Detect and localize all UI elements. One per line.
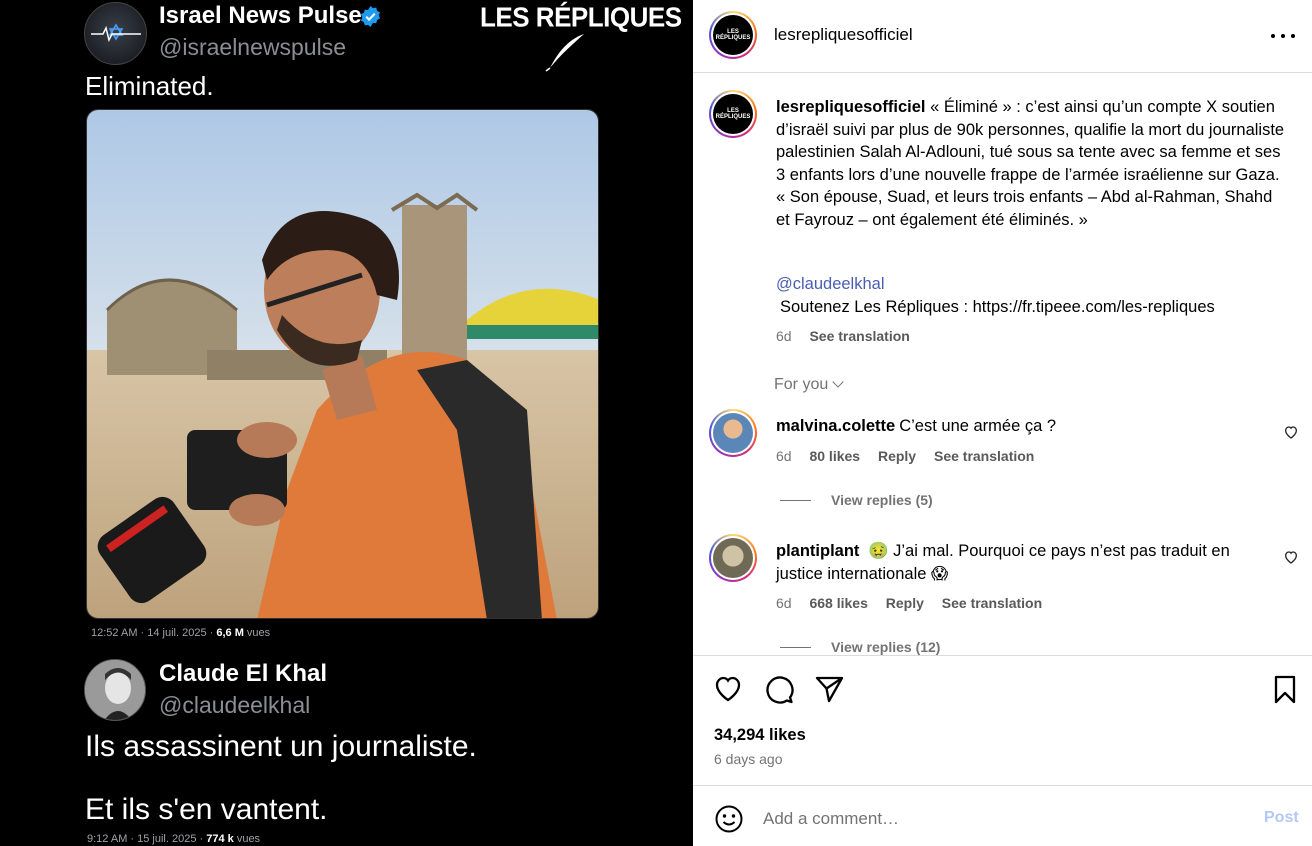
comment-likes-count[interactable]: 668 likes	[809, 595, 867, 611]
quill-icon	[545, 34, 584, 72]
profile-avatar[interactable]: LES RÉPLIQUES	[709, 11, 757, 59]
caption-see-translation-button[interactable]: See translation	[809, 328, 909, 344]
more-options-icon[interactable]	[1271, 26, 1295, 46]
verified-badge-icon	[361, 5, 380, 28]
view-replies-label: View replies (12)	[831, 639, 941, 655]
heart-icon[interactable]	[712, 673, 744, 705]
post-image[interactable]: Israel News Pulse @israelnewspulse LES R…	[0, 0, 693, 846]
tweet2-author-name: Claude El Khal	[159, 660, 328, 687]
journalist-photo-illustration	[87, 110, 598, 618]
caption-support-text: Soutenez Les Répliques : https://fr.tipe…	[780, 298, 1215, 316]
comment-input[interactable]	[763, 806, 1243, 832]
tweet1-timestamp: 12:52 AM · 14 juil. 2025 ·	[91, 627, 217, 639]
likes-count[interactable]: 34,294 likes	[714, 726, 806, 745]
post-time-ago: 6 days ago	[714, 751, 783, 767]
comment-text: plantiplant 🤢 J’ai mal. Pourquoi ce pays…	[776, 540, 1256, 585]
les-repliques-logo: LES RÉPLIQUES	[713, 94, 753, 134]
post-sidebar: LES RÉPLIQUES lesrepliquesofficiel LES R…	[693, 0, 1312, 846]
caption-body: « Éliminé » : c’est ainsi qu’un compte X…	[776, 98, 1285, 229]
comment-like-heart-icon[interactable]	[1283, 424, 1299, 440]
comment-like-heart-icon[interactable]	[1283, 549, 1299, 565]
comment-avatar[interactable]	[709, 534, 757, 582]
chevron-down-icon	[832, 376, 844, 388]
tweet1-views-label: vues	[243, 627, 271, 639]
comment-icon[interactable]	[763, 673, 795, 705]
tweet2-meta: 9:12 AM · 15 juil. 2025 · 774 k vues	[87, 833, 260, 845]
caption-meta: 6d See translation	[776, 328, 910, 344]
comment-age: 6d	[776, 595, 792, 611]
tweet1-text: Eliminated.	[85, 71, 214, 101]
comment-see-translation-button[interactable]: See translation	[942, 595, 1042, 611]
tweet2-author-handle: @claudeelkhal	[159, 692, 311, 718]
tweet1-meta: 12:52 AM · 14 juil. 2025 · 6,6 M vues	[91, 627, 270, 639]
pulse-logo-icon	[91, 23, 141, 43]
tweet2-views: 774 k	[206, 833, 234, 845]
tweet2-text-line2: Et ils s'en vantent.	[85, 793, 328, 826]
claude-el-khal-avatar	[84, 659, 146, 721]
caption-username[interactable]: lesrepliquesofficiel	[776, 98, 925, 116]
tweet2-text-line1: Ils assassinent un journaliste.	[85, 730, 477, 763]
post-actions-bar: 34,294 likes 6 days ago	[693, 655, 1312, 785]
comment-age: 6d	[776, 448, 792, 464]
brand-watermark: LES RÉPLIQUES	[480, 0, 682, 34]
comments-scroll-area[interactable]: LES RÉPLIQUES lesrepliquesofficiel « Éli…	[693, 74, 1312, 655]
comment-meta: 6d 80 likes Reply See translation	[776, 448, 1048, 464]
israel-news-pulse-avatar	[84, 2, 147, 65]
add-comment-bar: Post	[693, 785, 1312, 846]
comment-sort-label: For you	[774, 376, 829, 393]
comment-reply-button[interactable]: Reply	[886, 595, 924, 611]
caption-age: 6d	[776, 328, 792, 344]
comment-avatar[interactable]	[709, 409, 757, 457]
post-comment-button[interactable]: Post	[1264, 809, 1299, 827]
share-icon[interactable]	[813, 673, 845, 705]
portrait-icon	[85, 660, 145, 720]
view-replies-button[interactable]: View replies (12)	[780, 639, 940, 655]
tweet1-author-handle: @israelnewspulse	[159, 34, 346, 60]
les-repliques-logo: LES RÉPLIQUES	[713, 15, 753, 55]
comment-username[interactable]: plantiplant	[776, 542, 859, 560]
divider-line	[780, 646, 811, 648]
caption-text: lesrepliquesofficiel « Éliminé » : c’est…	[776, 96, 1286, 231]
tweet1-views: 6,6 M	[216, 627, 244, 639]
tweet2-views-label: vues	[233, 833, 261, 845]
view-replies-label: View replies (5)	[831, 492, 933, 508]
comment-likes-count[interactable]: 80 likes	[809, 448, 860, 464]
comment-see-translation-button[interactable]: See translation	[934, 448, 1034, 464]
view-replies-button[interactable]: View replies (5)	[780, 492, 933, 508]
comment-text: malvina.colette C’est une armée ça ?	[776, 415, 1256, 438]
tweet2-timestamp: 9:12 AM · 15 juil. 2025 ·	[87, 833, 207, 845]
post-header: LES RÉPLIQUES lesrepliquesofficiel	[693, 0, 1312, 73]
bookmark-icon[interactable]	[1269, 673, 1301, 705]
comment-sort-dropdown[interactable]: For you	[774, 376, 844, 394]
journalist-photo	[86, 109, 599, 619]
emoji-icon[interactable]	[714, 804, 744, 834]
caption-avatar[interactable]: LES RÉPLIQUES	[709, 90, 757, 138]
comment-body: C’est une armée ça ?	[899, 417, 1057, 435]
tweet1-author-name: Israel News Pulse	[159, 2, 362, 29]
caption-mention-link[interactable]: @claudeelkhal	[776, 275, 884, 294]
profile-username[interactable]: lesrepliquesofficiel	[774, 25, 913, 45]
comment-reply-button[interactable]: Reply	[878, 448, 916, 464]
comment-meta: 6d 668 likes Reply See translation	[776, 595, 1056, 611]
divider-line	[780, 499, 811, 501]
comment-username[interactable]: malvina.colette	[776, 417, 895, 435]
